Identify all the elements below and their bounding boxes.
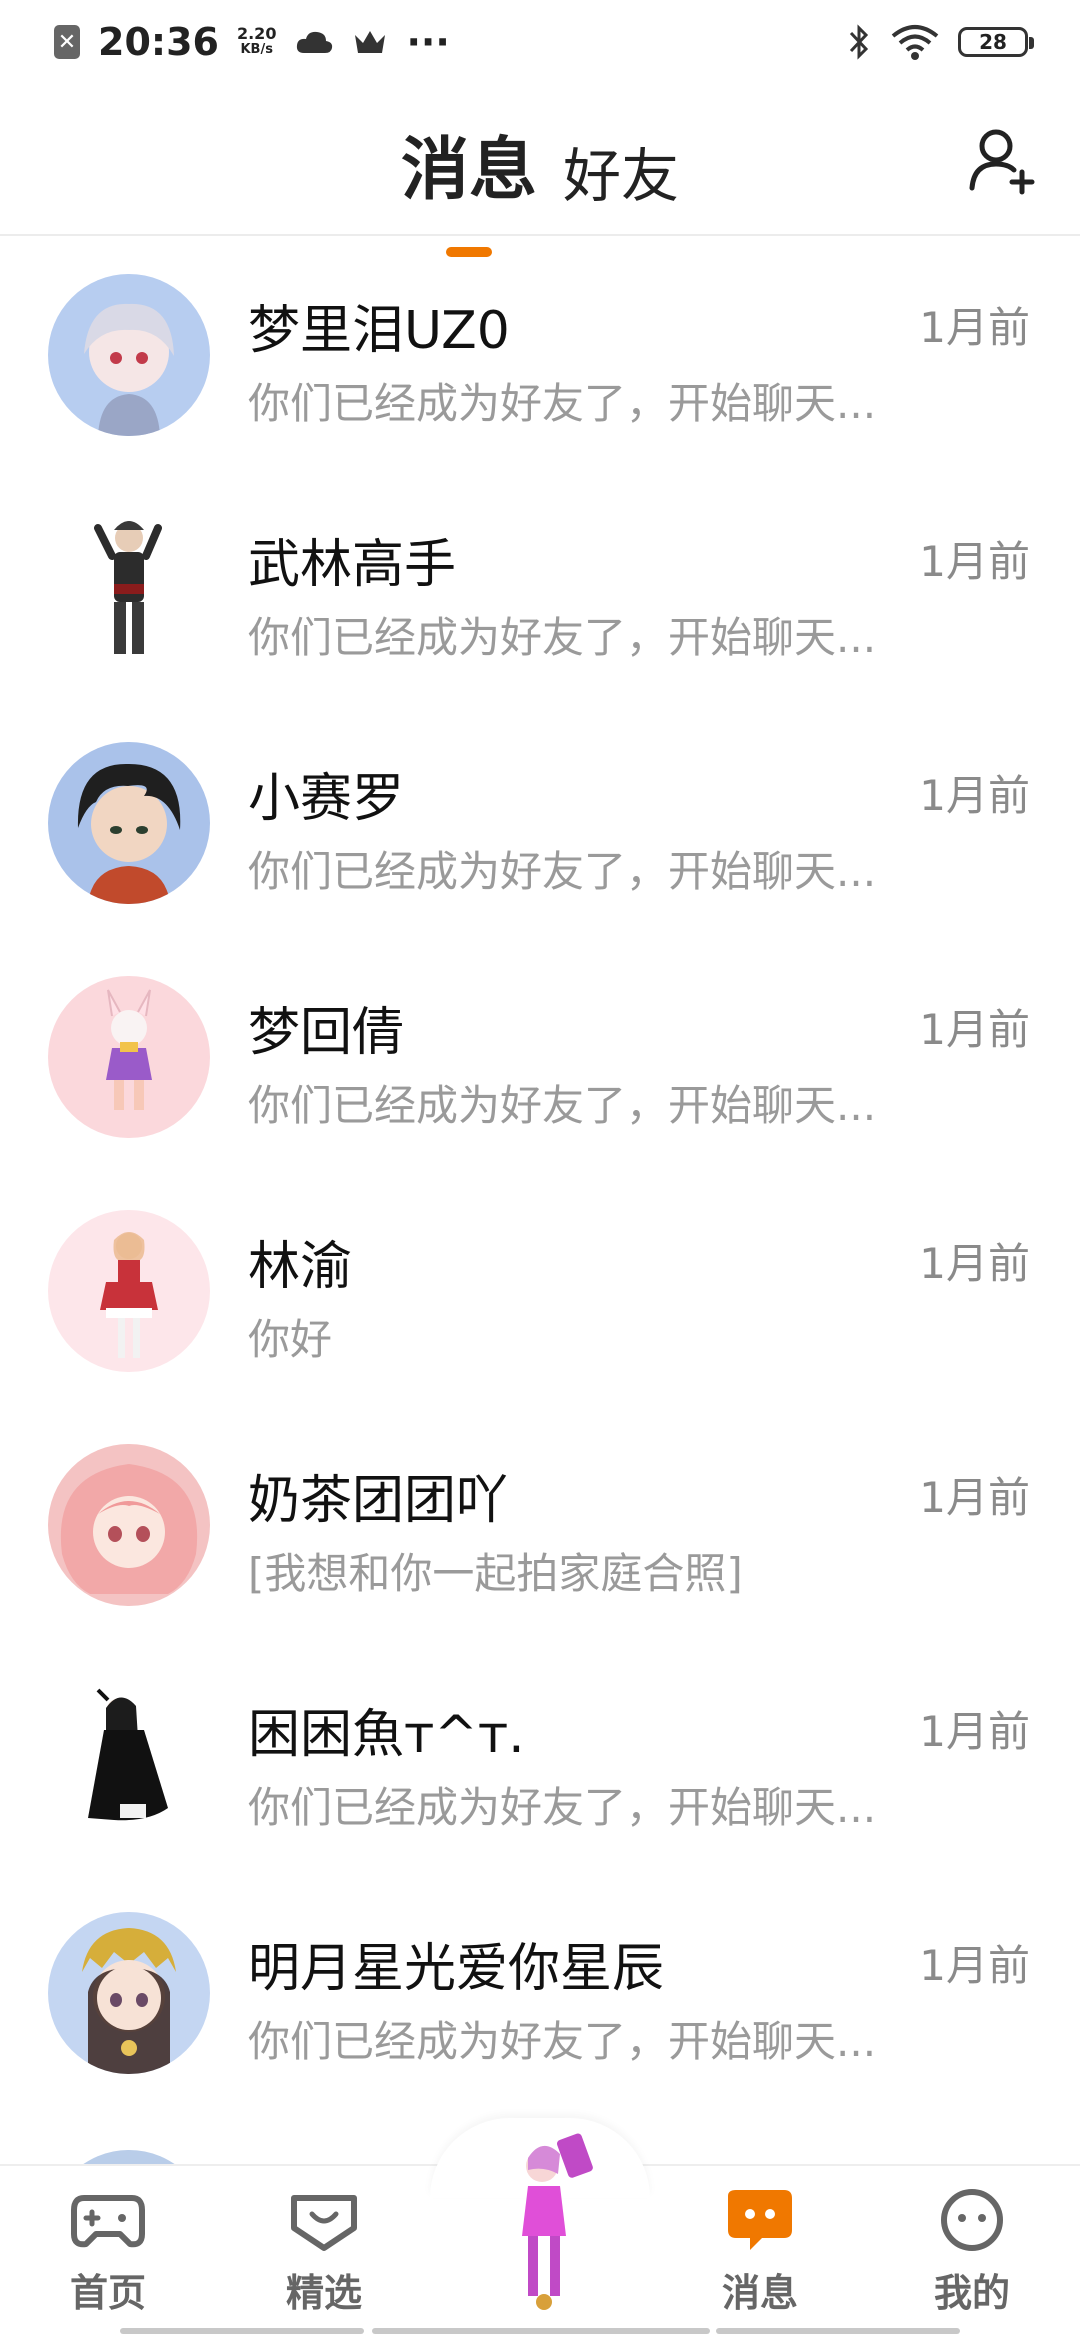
gamepad-icon [71, 2195, 145, 2248]
avatar[interactable] [48, 1210, 210, 1372]
contact-name: 奶茶团团吖 [248, 1471, 509, 1531]
nav-item-messages[interactable]: 消息 [690, 2188, 830, 2317]
message-preview: 你们已经成为好友了，开始聊天... [248, 1081, 877, 1130]
message-time: 1月前 [919, 1473, 1030, 1522]
avatar-image [48, 508, 210, 670]
avatar-image [48, 1210, 210, 1372]
more-status-icon: ··· [406, 20, 450, 64]
net-speed-unit: KB/s [240, 42, 273, 57]
conversation-list: 梦里泪UZ0 1月前 你们已经成为好友了，开始聊天... 武林高手 1月前 你们… [0, 236, 1080, 2108]
conversation-item[interactable]: 奶茶团团吖 1月前 [我想和你一起拍家庭合照] [0, 1406, 1080, 1640]
avatar[interactable] [48, 742, 210, 904]
conversation-item[interactable]: 困困魚ᴛ^ᴛ. 1月前 你们已经成为好友了，开始聊天... [0, 1640, 1080, 1874]
crown-icon [355, 31, 386, 53]
message-time: 1月前 [919, 1005, 1030, 1054]
message-preview: 你们已经成为好友了，开始聊天... [248, 613, 877, 662]
message-preview: 你们已经成为好友了，开始聊天... [248, 1783, 877, 1832]
message-time: 1月前 [919, 537, 1030, 586]
gesture-bar [120, 2328, 364, 2334]
gesture-bar [716, 2328, 960, 2334]
status-bar: ✕ 20:36 2.20 KB/s ··· 28 [0, 0, 1080, 84]
message-preview: 你们已经成为好友了，开始聊天... [248, 379, 877, 428]
message-preview: 你好 [248, 1315, 333, 1364]
center-character-button[interactable] [488, 2126, 598, 2336]
tab-messages[interactable]: 消息 [400, 114, 537, 257]
avatar[interactable] [48, 508, 210, 670]
avatar-image [48, 976, 210, 1138]
bottom-nav: 首页 精选 消息 我的 [0, 2118, 1080, 2340]
message-time: 1月前 [919, 1239, 1030, 1288]
conversation-item[interactable]: 林渝 1月前 你好 [0, 1172, 1080, 1406]
message-time: 1月前 [919, 303, 1030, 352]
conversation-item[interactable]: 武林高手 1月前 你们已经成为好友了，开始聊天... [0, 470, 1080, 704]
no-sim-icon: ✕ [54, 25, 80, 59]
contact-name: 林渝 [248, 1237, 353, 1297]
status-time: 20:36 [98, 20, 219, 64]
nav-item-home[interactable]: 首页 [38, 2188, 178, 2317]
tab-bar: 消息 好友 [0, 114, 1080, 257]
nav-label-messages: 消息 [721, 2271, 798, 2315]
bluetooth-icon [849, 24, 869, 60]
message-preview: 你们已经成为好友了，开始聊天... [248, 847, 877, 896]
avatar[interactable] [48, 1678, 210, 1840]
avatar[interactable] [48, 274, 210, 436]
contact-name: 小赛罗 [248, 769, 405, 829]
tab-friends[interactable]: 好友 [563, 129, 679, 213]
nav-item-featured[interactable]: 精选 [254, 2188, 394, 2317]
net-speed: 2.20 KB/s [237, 26, 276, 58]
add-user-icon[interactable] [966, 124, 1038, 196]
message-time: 1月前 [919, 1707, 1030, 1756]
avatar-image [48, 1678, 210, 1840]
avatar-image [48, 274, 210, 436]
contact-name: 武林高手 [248, 535, 457, 595]
nav-label-home: 首页 [69, 2271, 146, 2315]
avatar-image [48, 742, 210, 904]
gesture-bar [372, 2328, 710, 2334]
avatar[interactable] [48, 1444, 210, 1606]
battery-indicator: 28 [958, 27, 1034, 57]
conversation-item[interactable]: 梦回倩 1月前 你们已经成为好友了，开始聊天... [0, 938, 1080, 1172]
message-icon [728, 2190, 792, 2250]
message-time: 1月前 [919, 771, 1030, 820]
conversation-item[interactable]: 小赛罗 1月前 你们已经成为好友了，开始聊天... [0, 704, 1080, 938]
message-preview: 你们已经成为好友了，开始聊天... [248, 2017, 877, 2066]
contact-name: 明月星光爱你星辰 [248, 1939, 665, 1999]
avatar-image [48, 1444, 210, 1606]
heart-chat-icon [291, 2195, 357, 2251]
net-speed-value: 2.20 [236, 24, 277, 43]
avatar[interactable] [48, 976, 210, 1138]
avatar[interactable] [48, 1912, 210, 2074]
conversation-item[interactable]: 梦里泪UZ0 1月前 你们已经成为好友了，开始聊天... [0, 236, 1080, 470]
contact-name: 梦里泪UZ0 [248, 301, 510, 361]
cloud-icon [297, 31, 333, 53]
nav-label-featured: 精选 [285, 2271, 362, 2315]
nav-item-me[interactable]: 我的 [902, 2188, 1042, 2317]
avatar-image [48, 1912, 210, 2074]
contact-name: 困困魚ᴛ^ᴛ. [248, 1705, 525, 1765]
tab-friends-label: 好友 [563, 142, 680, 210]
status-left: ✕ 20:36 2.20 KB/s ··· [54, 20, 450, 64]
contact-name: 梦回倩 [248, 1003, 405, 1063]
conversation-item[interactable]: 明月星光爱你星辰 1月前 你们已经成为好友了，开始聊天... [0, 1874, 1080, 2108]
face-icon [941, 2189, 1003, 2251]
tab-messages-label: 消息 [400, 131, 537, 210]
status-right: 28 [846, 23, 1034, 61]
nav-label-me: 我的 [933, 2271, 1010, 2315]
wifi-icon [891, 25, 939, 60]
message-time: 1月前 [919, 1941, 1030, 1990]
header: 消息 好友 [0, 84, 1080, 257]
message-preview: [我想和你一起拍家庭合照] [248, 1549, 743, 1598]
